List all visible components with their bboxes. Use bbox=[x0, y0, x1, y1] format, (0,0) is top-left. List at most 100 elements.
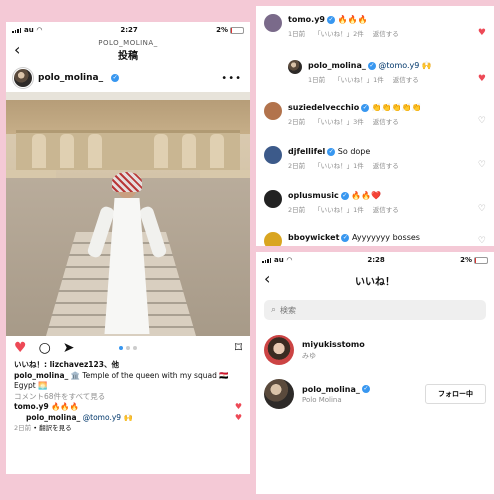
comment-time: 2日前 bbox=[288, 118, 306, 126]
comment-text: 👏👏👏👏👏 bbox=[371, 103, 422, 112]
comment-username[interactable]: suziedelvecchio bbox=[288, 103, 359, 112]
comment-text: So dope bbox=[337, 147, 371, 156]
comment-text: Ayyyyyyy bosses bbox=[351, 233, 420, 242]
comment-text: 🔥🔥❤️ bbox=[351, 191, 382, 200]
comment-username[interactable]: polo_molina_ bbox=[308, 61, 366, 70]
avatar[interactable] bbox=[264, 232, 282, 246]
post-photo[interactable] bbox=[6, 92, 250, 336]
status-bar: au ◠ 2:27 2% bbox=[6, 22, 250, 38]
likes-summary[interactable]: いいね！: lizchavez123、他 bbox=[14, 360, 242, 371]
liker-username[interactable]: polo_molina_ bbox=[302, 385, 360, 394]
comment-username[interactable]: polo_molina_ bbox=[26, 413, 80, 422]
avatar[interactable] bbox=[14, 69, 32, 87]
back-arrow-icon[interactable]: ‹ bbox=[264, 271, 270, 287]
comment-heart-icon[interactable]: ♥ bbox=[478, 28, 486, 38]
more-options-icon[interactable]: ••• bbox=[221, 73, 242, 84]
post-actions: ♥ ○ ➤ ⌑ bbox=[6, 336, 250, 360]
comment-text: 🙌 bbox=[123, 412, 133, 422]
mention-link[interactable]: @tomo.y9 bbox=[83, 413, 121, 422]
comment-row: djfellifel ✓ So dope 2日前 「いいね！」1件 返信する ♡ bbox=[256, 146, 494, 172]
signal-icon bbox=[12, 27, 21, 33]
comment-text: 🔥🔥🔥 bbox=[337, 15, 368, 24]
search-input[interactable] bbox=[280, 305, 479, 315]
liker-username[interactable]: miyukisstomo bbox=[302, 340, 486, 349]
post-header: polo_molina_ ✓ ••• bbox=[6, 64, 250, 92]
signal-icon bbox=[262, 257, 271, 263]
comments-panel: tomo.y9 ✓ 🔥🔥🔥 1日前 「いいね！」2件 返信する ♥ polo_moli… bbox=[256, 6, 494, 246]
wifi-icon: ◠ bbox=[36, 26, 43, 34]
liker-fullname: Polo Molina bbox=[302, 395, 342, 404]
comment-heart-outline-icon[interactable]: ♡ bbox=[478, 116, 486, 126]
carousel-dots bbox=[6, 346, 250, 350]
reply-button[interactable]: 返信する bbox=[373, 117, 399, 128]
avatar[interactable] bbox=[288, 60, 302, 74]
comment-heart-outline-icon[interactable]: ♡ bbox=[478, 204, 486, 214]
post-username[interactable]: polo_molina_ bbox=[38, 73, 103, 83]
wifi-icon: ◠ bbox=[286, 256, 293, 264]
translate-link[interactable]: • 翻訳を見る bbox=[33, 424, 71, 432]
comment-row: suziedelvecchio ✓ 👏👏👏👏👏 2日前 「いいね！」3件 返信する ♡ bbox=[256, 102, 494, 128]
following-button[interactable]: フォロー中 bbox=[425, 384, 486, 404]
comment-likes-link[interactable]: 「いいね！」1件 bbox=[334, 75, 384, 86]
carrier-label: au bbox=[274, 256, 284, 264]
comment-likes-link[interactable]: 「いいね！」3件 bbox=[314, 117, 364, 128]
clock: 2:28 bbox=[367, 256, 385, 264]
avatar[interactable] bbox=[264, 146, 282, 164]
comment-row: bboywicket ✓ Ayyyyyyy bosses ♡ bbox=[256, 232, 494, 246]
comment-username[interactable]: djfellifel bbox=[288, 147, 325, 156]
reply-button[interactable]: 返信する bbox=[373, 205, 399, 216]
battery-icon bbox=[473, 256, 488, 264]
verified-badge-icon: ✓ bbox=[341, 233, 350, 242]
comment-username[interactable]: tomo.y9 bbox=[288, 15, 325, 24]
avatar[interactable] bbox=[264, 335, 294, 365]
comment-username[interactable]: bboywicket bbox=[288, 233, 339, 242]
page-title: いいね！ bbox=[355, 276, 395, 288]
liker-row[interactable]: polo_molina_ ✓ Polo Molina フォロー中 bbox=[256, 372, 494, 416]
clock: 2:27 bbox=[120, 26, 138, 34]
reply-button[interactable]: 返信する bbox=[373, 161, 399, 172]
liker-fullname: みゆ bbox=[302, 351, 316, 360]
comment-row: oplusmusic ✓ 🔥🔥❤️ 2日前 「いいね！」1件 返信する ♡ bbox=[256, 190, 494, 216]
avatar[interactable] bbox=[264, 14, 282, 32]
comment-heart-outline-icon[interactable]: ♡ bbox=[478, 236, 486, 246]
avatar[interactable] bbox=[264, 102, 282, 120]
verified-badge-icon: ✓ bbox=[327, 147, 336, 156]
likes-navbar: ‹ いいね！ bbox=[256, 268, 494, 292]
battery-percent: 2% bbox=[460, 256, 472, 264]
avatar[interactable] bbox=[264, 190, 282, 208]
liker-row[interactable]: miyukisstomo みゆ bbox=[256, 328, 494, 372]
comment-username[interactable]: oplusmusic bbox=[288, 191, 339, 200]
comment-time: 1日前 bbox=[308, 76, 326, 84]
person-figure bbox=[86, 172, 168, 334]
comment-time: 2日前 bbox=[288, 206, 306, 214]
comment-heart-icon[interactable]: ♥ bbox=[235, 413, 242, 424]
comment-likes-link[interactable]: 「いいね！」1件 bbox=[314, 205, 364, 216]
comment-heart-outline-icon[interactable]: ♡ bbox=[478, 160, 486, 170]
comment-heart-icon[interactable]: ♥ bbox=[478, 74, 486, 84]
post-navbar: ‹ POLO_MOLINA_ 投稿 bbox=[6, 38, 250, 64]
view-all-comments-link[interactable]: コメント68件をすべて見る bbox=[14, 392, 242, 403]
caption-username[interactable]: polo_molina_ bbox=[14, 371, 68, 380]
comment-time: 1日前 bbox=[288, 30, 306, 38]
verified-badge-icon: ✓ bbox=[340, 191, 349, 200]
avatar[interactable] bbox=[264, 379, 294, 409]
mention-link[interactable]: @tomo.y9 bbox=[378, 61, 419, 70]
preview-reply: polo_molina_ @tomo.y9 🙌 ♥ bbox=[14, 413, 242, 424]
comment-heart-icon[interactable]: ♥ bbox=[235, 402, 242, 413]
comment-text: 🙌 bbox=[421, 61, 432, 70]
battery-icon bbox=[229, 26, 244, 34]
nav-subtitle: POLO_MOLINA_ bbox=[98, 39, 158, 47]
back-arrow-icon[interactable]: ‹ bbox=[14, 42, 20, 58]
comment-likes-link[interactable]: 「いいね！」1件 bbox=[314, 161, 364, 172]
comment-likes-link[interactable]: 「いいね！」2件 bbox=[314, 29, 364, 40]
likes-panel: au ◠ 2:28 2% ‹ いいね！ ⌕ miyukisstomo みゆ po… bbox=[256, 252, 494, 494]
comment-username[interactable]: tomo.y9 bbox=[14, 402, 49, 411]
verified-badge-icon: ✓ bbox=[361, 385, 370, 393]
post-panel: au ◠ 2:27 2% ‹ POLO_MOLINA_ 投稿 polo_moli… bbox=[6, 22, 250, 474]
reply-button[interactable]: 返信する bbox=[373, 29, 399, 40]
status-bar: au ◠ 2:28 2% bbox=[256, 252, 494, 268]
reply-button[interactable]: 返信する bbox=[393, 75, 419, 86]
battery-percent: 2% bbox=[216, 26, 228, 34]
comment-reply-row: polo_molina_ ✓ @tomo.y9 🙌 1日前 「いいね！」1件 返信する… bbox=[256, 60, 494, 86]
search-bar[interactable]: ⌕ bbox=[264, 300, 486, 320]
